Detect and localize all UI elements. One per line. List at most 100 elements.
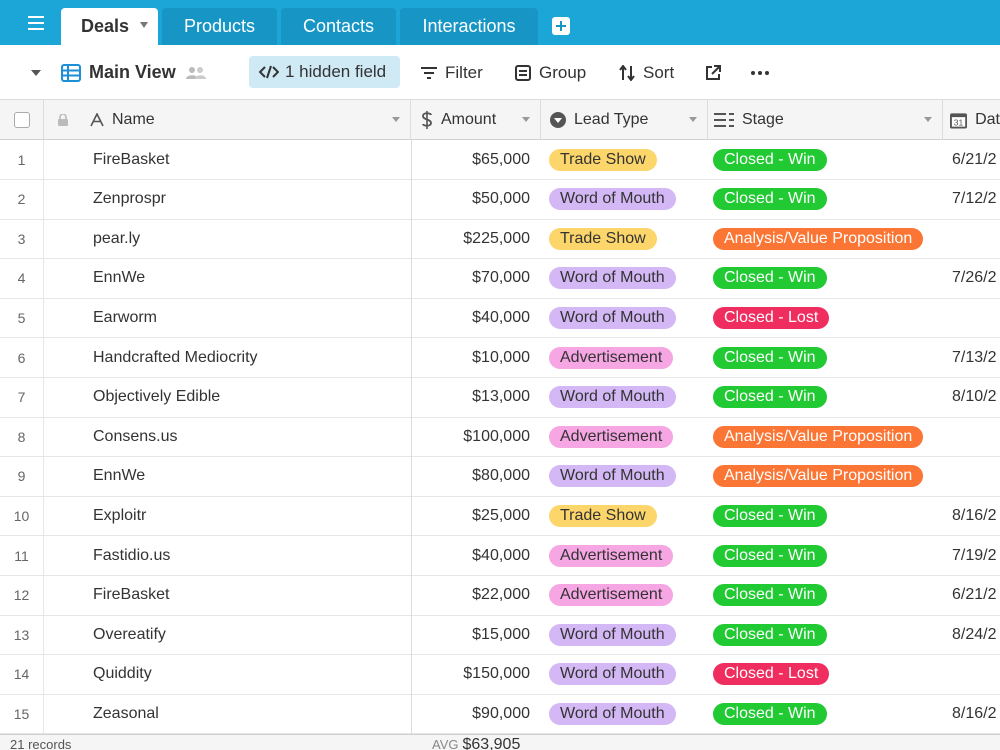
date-cell[interactable]: 7/12/2: [943, 180, 1000, 219]
more-options-button[interactable]: [751, 45, 777, 100]
name-cell[interactable]: Earworm: [93, 298, 411, 337]
table-row[interactable]: 5 Earworm $40,000 Word of Mouth Closed - Los…: [0, 298, 1000, 339]
lead-type-cell[interactable]: Advertisement: [541, 417, 707, 456]
date-cell[interactable]: 8/24/2: [943, 615, 1000, 654]
name-cell[interactable]: Consens.us: [93, 417, 411, 456]
date-cell[interactable]: [943, 655, 1000, 694]
name-cell[interactable]: Quiddity: [93, 655, 411, 694]
column-header-name[interactable]: Name: [44, 100, 411, 140]
table-row[interactable]: 2 Zenprospr $50,000 Word of Mouth Closed - W…: [0, 179, 1000, 220]
stage-cell[interactable]: Analysis/Value Proposition: [708, 457, 942, 496]
table-row[interactable]: 10 Exploitr $25,000 Trade Show Closed - Win 8…: [0, 496, 1000, 537]
table-row[interactable]: 14 Quiddity $150,000 Word of Mouth Closed - …: [0, 654, 1000, 695]
amount-cell[interactable]: $15,000: [412, 615, 540, 654]
name-cell[interactable]: pear.ly: [93, 219, 411, 258]
date-cell[interactable]: 7/26/2: [943, 259, 1000, 298]
share-view-button[interactable]: [705, 45, 729, 100]
amount-cell[interactable]: $225,000: [412, 219, 540, 258]
tab-contacts[interactable]: Contacts: [281, 8, 396, 45]
amount-cell[interactable]: $10,000: [412, 338, 540, 377]
table-row[interactable]: 6 Handcrafted Mediocrity $10,000 Advertisem…: [0, 338, 1000, 378]
name-cell[interactable]: Zenprospr: [93, 180, 411, 219]
amount-cell[interactable]: $40,000: [412, 536, 540, 575]
stage-cell[interactable]: Closed - Win: [708, 576, 942, 615]
lead-type-cell[interactable]: Trade Show: [541, 496, 707, 535]
date-cell[interactable]: 6/21/2: [943, 576, 1000, 615]
stage-cell[interactable]: Closed - Win: [708, 615, 942, 654]
table-row[interactable]: 1 FireBasket $65,000 Trade Show Closed - Win…: [0, 140, 1000, 180]
amount-cell[interactable]: $100,000: [412, 417, 540, 456]
chevron-down-icon[interactable]: [924, 117, 932, 122]
stage-cell[interactable]: Closed - Win: [708, 180, 942, 219]
hidden-fields-button[interactable]: 1 hidden field: [249, 56, 400, 88]
lead-type-cell[interactable]: Word of Mouth: [541, 378, 707, 417]
stage-cell[interactable]: Closed - Win: [708, 378, 942, 417]
amount-cell[interactable]: $65,000: [412, 140, 540, 179]
stage-cell[interactable]: Closed - Win: [708, 140, 942, 179]
view-selector[interactable]: Main View: [61, 45, 215, 100]
table-row[interactable]: 3 pear.ly $225,000 Trade Show Analysis/Value…: [0, 219, 1000, 260]
amount-cell[interactable]: $50,000: [412, 180, 540, 219]
stage-cell[interactable]: Closed - Win: [708, 338, 942, 377]
lead-type-cell[interactable]: Word of Mouth: [541, 259, 707, 298]
name-cell[interactable]: FireBasket: [93, 576, 411, 615]
chevron-down-icon[interactable]: [392, 117, 400, 122]
column-header-date[interactable]: 31 Dat: [943, 100, 1000, 140]
tab-products[interactable]: Products: [162, 8, 277, 45]
amount-cell[interactable]: $90,000: [412, 694, 540, 733]
amount-cell[interactable]: $70,000: [412, 259, 540, 298]
hamburger-menu-icon[interactable]: [16, 0, 56, 45]
table-row[interactable]: 4 EnnWe $70,000 Word of Mouth Closed - Win 7/…: [0, 258, 1000, 299]
date-cell[interactable]: 8/10/2: [943, 378, 1000, 417]
table-row[interactable]: 11 Fastidio.us $40,000 Advertisement Closed …: [0, 536, 1000, 576]
filter-button[interactable]: Filter: [421, 45, 483, 100]
date-cell[interactable]: 8/16/2: [943, 694, 1000, 733]
lead-type-cell[interactable]: Word of Mouth: [541, 457, 707, 496]
date-cell[interactable]: 7/19/2: [943, 536, 1000, 575]
amount-cell[interactable]: $22,000: [412, 576, 540, 615]
table-row[interactable]: 12 FireBasket $22,000 Advertisement Closed -…: [0, 575, 1000, 616]
stage-cell[interactable]: Closed - Lost: [708, 298, 942, 337]
table-row[interactable]: 15 Zeasonal $90,000 Word of Mouth Closed - W…: [0, 694, 1000, 735]
stage-cell[interactable]: Analysis/Value Proposition: [708, 219, 942, 258]
date-cell[interactable]: [943, 457, 1000, 496]
amount-cell[interactable]: $13,000: [412, 378, 540, 417]
add-table-icon[interactable]: [552, 17, 570, 35]
amount-cell[interactable]: $150,000: [412, 655, 540, 694]
column-header-amount[interactable]: Amount: [411, 100, 541, 140]
sort-button[interactable]: Sort: [619, 45, 674, 100]
lead-type-cell[interactable]: Advertisement: [541, 576, 707, 615]
date-cell[interactable]: [943, 417, 1000, 456]
column-header-stage[interactable]: Stage: [708, 100, 943, 140]
date-cell[interactable]: 8/16/2: [943, 496, 1000, 535]
name-cell[interactable]: Zeasonal: [93, 694, 411, 733]
stage-cell[interactable]: Closed - Win: [708, 496, 942, 535]
select-all-checkbox[interactable]: [13, 112, 30, 128]
lead-type-cell[interactable]: Word of Mouth: [541, 298, 707, 337]
amount-cell[interactable]: $40,000: [412, 298, 540, 337]
table-row[interactable]: 9 EnnWe $80,000 Word of Mouth Analysis/Value…: [0, 456, 1000, 497]
lead-type-cell[interactable]: Advertisement: [541, 536, 707, 575]
chevron-down-icon[interactable]: [140, 22, 148, 28]
tab-deals[interactable]: Deals: [61, 8, 158, 45]
name-cell[interactable]: Fastidio.us: [93, 536, 411, 575]
date-cell[interactable]: [943, 219, 1000, 258]
table-row[interactable]: 7 Objectively Edible $13,000 Word of Mouth C…: [0, 377, 1000, 418]
chevron-down-icon[interactable]: [689, 117, 697, 122]
lead-type-cell[interactable]: Word of Mouth: [541, 180, 707, 219]
chevron-down-icon[interactable]: [522, 117, 530, 122]
lead-type-cell[interactable]: Trade Show: [541, 219, 707, 258]
date-cell[interactable]: [943, 298, 1000, 337]
group-button[interactable]: Group: [515, 45, 586, 100]
name-cell[interactable]: Overeatify: [93, 615, 411, 654]
stage-cell[interactable]: Closed - Win: [708, 536, 942, 575]
name-cell[interactable]: FireBasket: [93, 140, 411, 179]
amount-cell[interactable]: $25,000: [412, 496, 540, 535]
lead-type-cell[interactable]: Word of Mouth: [541, 655, 707, 694]
date-cell[interactable]: 7/13/2: [943, 338, 1000, 377]
name-cell[interactable]: EnnWe: [93, 457, 411, 496]
name-cell[interactable]: Objectively Edible: [93, 378, 411, 417]
stage-cell[interactable]: Closed - Win: [708, 694, 942, 733]
lead-type-cell[interactable]: Trade Show: [541, 140, 707, 179]
name-cell[interactable]: Exploitr: [93, 496, 411, 535]
